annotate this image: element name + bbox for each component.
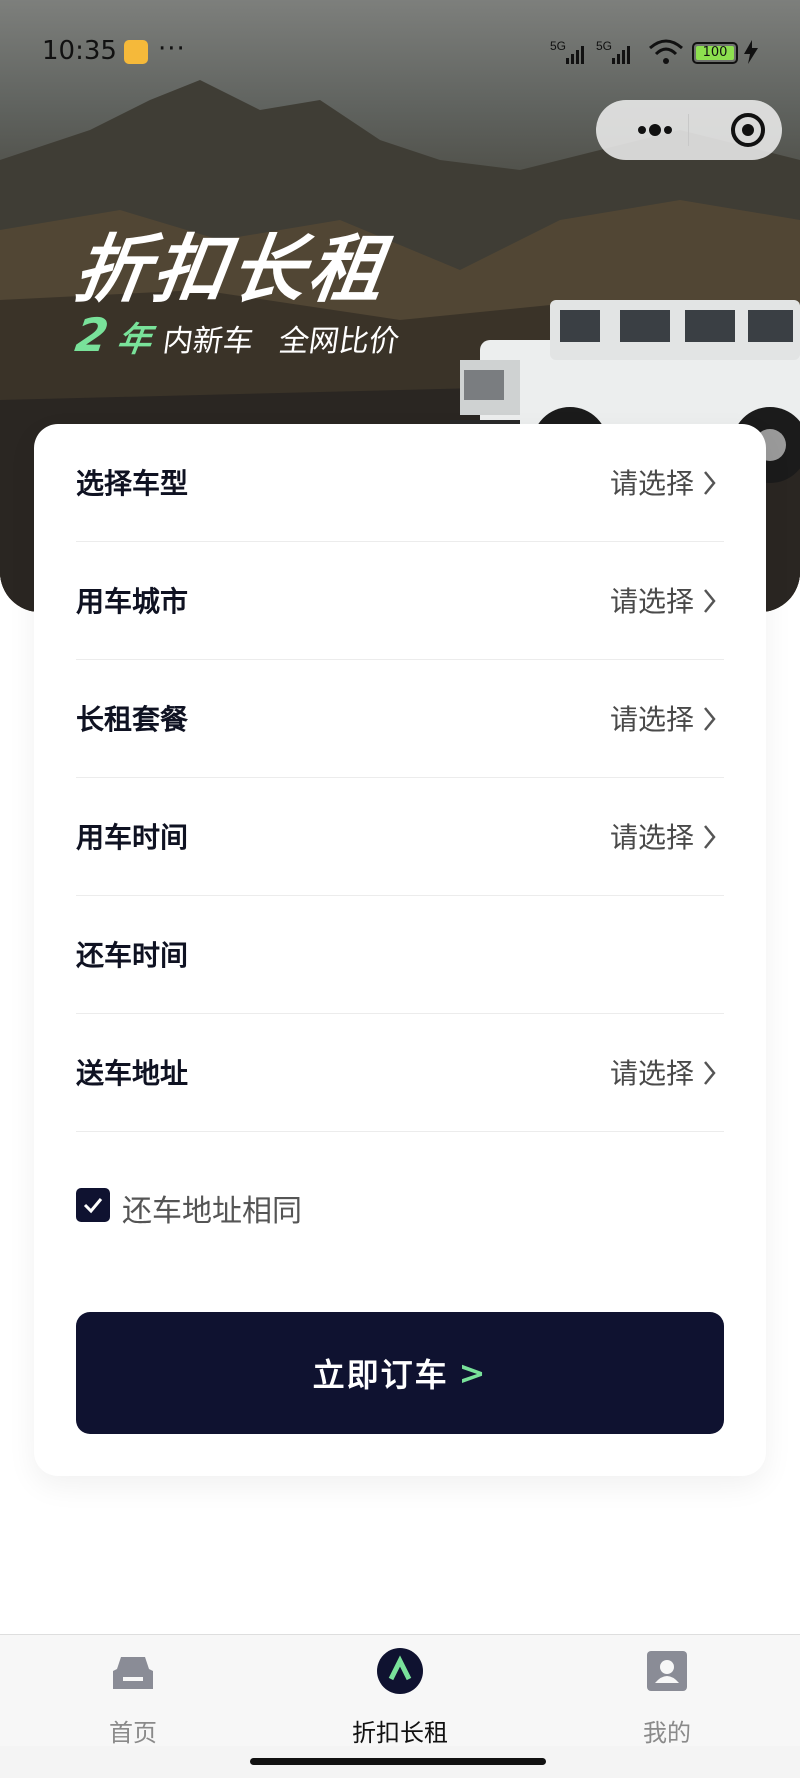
capsule-more-button[interactable]	[622, 100, 692, 160]
svg-text:5G: 5G	[550, 39, 566, 53]
order-now-label: 立即订车	[312, 1356, 449, 1394]
hero-subtitle: 2年 内新车 全网比价	[72, 308, 430, 362]
car-icon	[113, 1657, 153, 1689]
target-icon	[731, 113, 765, 147]
checkmark-icon	[83, 1198, 103, 1214]
row-value: 请选择	[609, 467, 694, 500]
status-bar: 10:35 ··· 5G 5G 100	[0, 0, 800, 100]
wifi-icon	[649, 39, 683, 64]
tab-mine-label: 我的	[643, 1719, 691, 1747]
row-label: 用车城市	[76, 585, 189, 618]
svg-text:5G: 5G	[596, 39, 612, 53]
hero-years-unit: 年	[114, 320, 155, 360]
tab-discount-rental[interactable]: 折扣长租	[300, 1647, 500, 1747]
row-value: 请选择	[609, 821, 694, 854]
chevron-right-icon	[704, 471, 716, 495]
capsule-divider	[688, 114, 689, 146]
row-value: 请选择	[609, 703, 694, 736]
row-label: 选择车型	[76, 467, 189, 500]
bottom-tab-bar: 首页 折扣长租 我的	[0, 1634, 800, 1747]
row-label: 送车地址	[76, 1057, 189, 1090]
status-more-icon: ···	[158, 34, 186, 64]
tab-discount-rental-label: 折扣长租	[352, 1719, 448, 1747]
home-indicator[interactable]	[250, 1758, 546, 1765]
row-package[interactable]: 长租套餐 请选择	[76, 660, 724, 778]
battery-icon: 100	[692, 42, 738, 64]
order-now-button[interactable]: 立即订车 >	[76, 1312, 724, 1434]
hero-subtitle-text2: 全网比价	[276, 324, 402, 359]
hero-subtitle-text1: 内新车	[160, 324, 256, 359]
order-form-card: 选择车型 请选择 用车城市 请选择 长租套餐 请选择 用车时间 请选择 还车时间…	[34, 424, 766, 1476]
status-time: 10:35	[42, 36, 117, 66]
hero-title: 折扣长租	[69, 227, 394, 313]
row-vehicle-model[interactable]: 选择车型 请选择	[76, 424, 724, 542]
chevron-right-icon	[704, 707, 716, 731]
more-dots-icon	[638, 124, 672, 136]
row-label: 长租套餐	[76, 703, 189, 736]
chevron-right-icon	[704, 825, 716, 849]
row-label: 还车时间	[76, 939, 189, 972]
row-return-time: 还车时间	[76, 896, 724, 1014]
row-value: 请选择	[609, 1057, 694, 1090]
chevron-right-icon	[704, 589, 716, 613]
caret-up-icon	[377, 1648, 423, 1694]
row-delivery-address[interactable]: 送车地址 请选择	[76, 1014, 724, 1132]
row-city[interactable]: 用车城市 请选择	[76, 542, 724, 660]
person-icon	[647, 1651, 687, 1691]
app-notification-icon	[124, 40, 148, 64]
row-value: 请选择	[609, 585, 694, 618]
tab-home-label: 首页	[109, 1719, 157, 1747]
row-label: 用车时间	[76, 821, 189, 854]
same-return-address-label: 还车地址相同	[122, 1194, 302, 1229]
miniprogram-capsule	[596, 100, 782, 160]
hero-years-number: 2	[72, 308, 112, 362]
tab-home[interactable]: 首页	[33, 1647, 233, 1747]
charging-icon	[744, 40, 758, 64]
same-return-address-checkbox[interactable]	[76, 1188, 110, 1222]
capsule-close-button[interactable]	[718, 100, 778, 160]
row-pickup-time[interactable]: 用车时间 请选择	[76, 778, 724, 896]
battery-level: 100	[696, 46, 734, 60]
order-now-arrow: >	[458, 1354, 488, 1392]
chevron-right-icon	[704, 1061, 716, 1085]
tab-mine[interactable]: 我的	[567, 1647, 767, 1747]
